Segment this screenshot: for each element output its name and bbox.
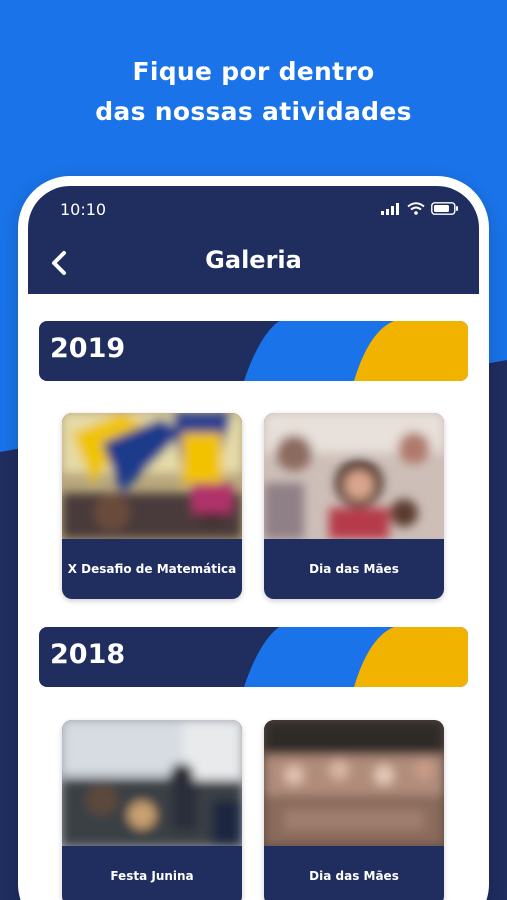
album-photo [62,720,242,846]
headline-line-2: das nossas atividades [95,97,412,126]
app-header: 10:10 Galeria [28,186,479,294]
headline: Fique por dentro das nossas atividades [0,52,507,132]
album-title: Dia das Mães [309,869,399,883]
album-photo [62,413,242,539]
album-card[interactable]: Dia das Mães [264,413,444,599]
album-title: Dia das Mães [309,562,399,576]
album-title: X Desafio de Matemática [67,562,237,576]
phone-frame: 10:10 Galeria 2019 X Desafio de Matemáti… [18,176,489,900]
album-card[interactable]: Festa Junina [62,720,242,900]
gallery-content: 2019 X Desafio de Matemática Dia das Mãe… [28,294,479,900]
album-card[interactable]: X Desafio de Matemática [62,413,242,599]
year-banner-2019: 2019 [39,321,468,381]
album-card[interactable]: Dia das Mães [264,720,444,900]
headline-line-1: Fique por dentro [132,57,375,86]
status-time: 10:10 [60,200,107,219]
album-photo [264,413,444,539]
phone-screen: 10:10 Galeria 2019 X Desafio de Matemáti… [28,186,479,900]
album-photo [264,720,444,846]
year-banner-2018: 2018 [39,627,468,687]
album-title: Festa Junina [110,869,194,883]
signal-icon [381,202,399,215]
page-title: Galeria [205,246,302,274]
year-label: 2018 [50,639,126,670]
battery-icon [431,202,458,215]
year-label: 2019 [50,333,126,364]
status-icons [381,202,459,215]
wifi-icon [407,202,425,215]
